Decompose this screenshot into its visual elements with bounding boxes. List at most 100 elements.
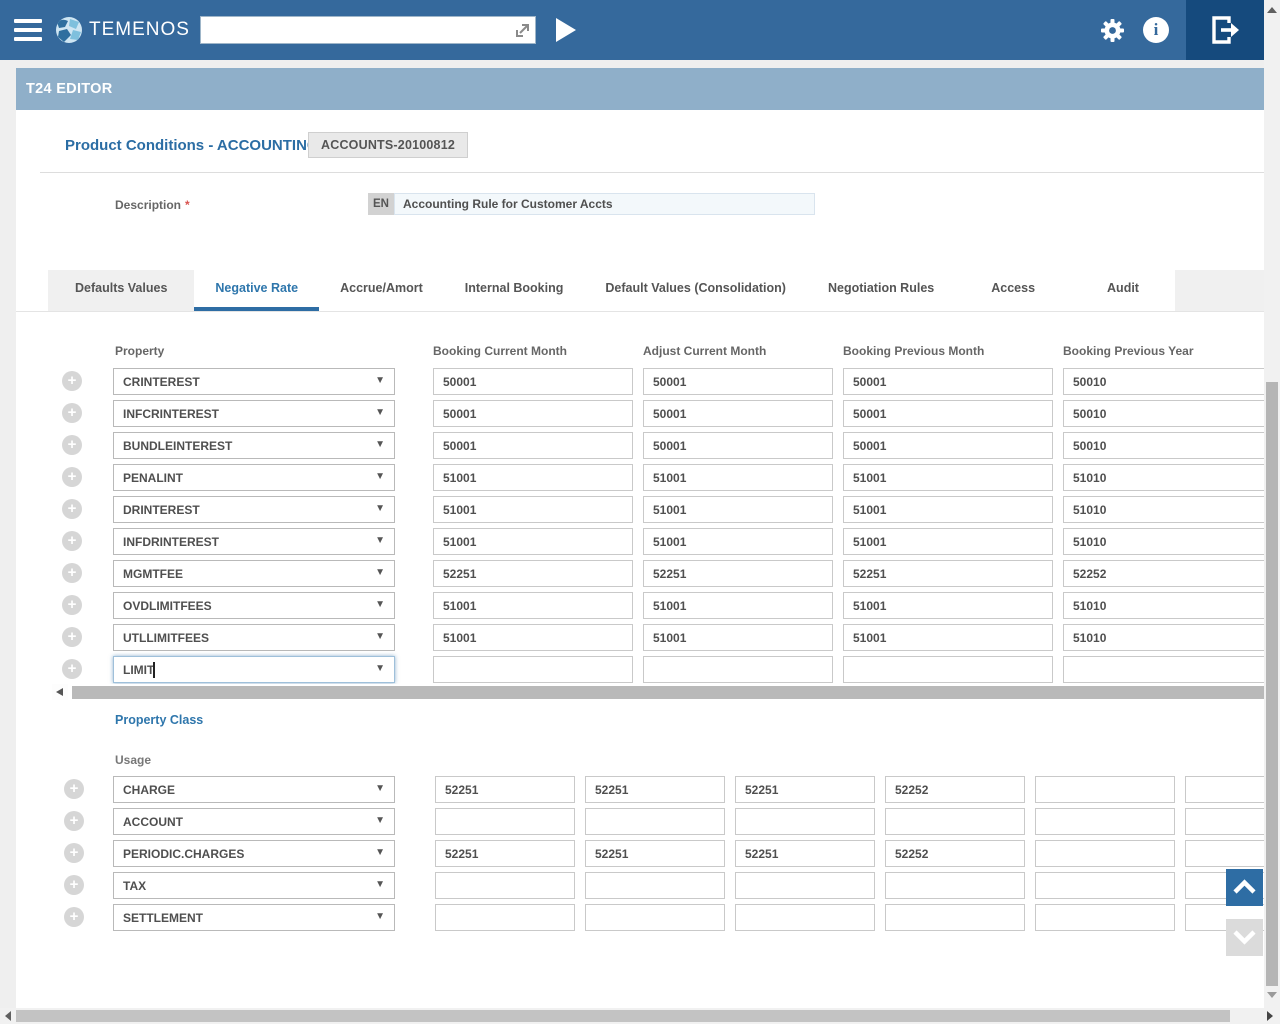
property-select[interactable]: LIMIT▼ xyxy=(113,656,395,683)
add-row-icon[interactable]: + xyxy=(64,875,84,895)
add-row-icon[interactable]: + xyxy=(64,907,84,927)
grid-cell-input[interactable] xyxy=(433,528,633,555)
command-line-input[interactable] xyxy=(205,17,505,43)
info-icon[interactable]: i xyxy=(1143,17,1169,43)
settings-gear-icon[interactable] xyxy=(1099,17,1126,44)
description-input[interactable] xyxy=(394,193,815,215)
grid-cell-input[interactable] xyxy=(1063,528,1264,555)
tab-default-values-consolidation[interactable]: Default Values (Consolidation) xyxy=(584,270,807,312)
grid-cell-input[interactable] xyxy=(1063,560,1264,587)
grid-cell-input[interactable] xyxy=(643,592,833,619)
grid-cell-input[interactable] xyxy=(1063,368,1264,395)
grid-cell-input[interactable] xyxy=(735,872,875,899)
tab-internal-booking[interactable]: Internal Booking xyxy=(444,270,585,312)
grid-cell-input[interactable] xyxy=(1185,776,1264,803)
goto-arrow-icon[interactable] xyxy=(514,22,531,39)
scroll-up-arrow-icon[interactable] xyxy=(1267,7,1277,13)
grid-cell-input[interactable] xyxy=(1063,464,1264,491)
add-row-icon[interactable]: + xyxy=(62,435,82,455)
page-horizontal-scrollbar[interactable] xyxy=(0,1008,1280,1024)
scroll-to-bottom-button[interactable] xyxy=(1226,919,1263,956)
grid-cell-input[interactable] xyxy=(885,840,1025,867)
grid-cell-input[interactable] xyxy=(435,872,575,899)
property-select[interactable]: INFCRINTEREST▼ xyxy=(113,400,395,427)
grid-cell-input[interactable] xyxy=(435,808,575,835)
run-command-button[interactable] xyxy=(556,18,576,42)
grid-cell-input[interactable] xyxy=(885,904,1025,931)
grid-cell-input[interactable] xyxy=(843,400,1053,427)
add-row-icon[interactable]: + xyxy=(62,531,82,551)
scroll-down-arrow-icon[interactable] xyxy=(1267,992,1277,998)
grid-cell-input[interactable] xyxy=(433,368,633,395)
grid-cell-input[interactable] xyxy=(585,904,725,931)
grid-cell-input[interactable] xyxy=(433,464,633,491)
grid-cell-input[interactable] xyxy=(1035,840,1175,867)
grid-cell-input[interactable] xyxy=(643,528,833,555)
usage-select[interactable]: TAX▼ xyxy=(113,872,395,899)
grid-cell-input[interactable] xyxy=(1035,776,1175,803)
grid-cell-input[interactable] xyxy=(1063,592,1264,619)
scroll-to-top-button[interactable] xyxy=(1226,869,1263,906)
vertical-scrollbar-thumb[interactable] xyxy=(1266,382,1278,986)
grid-cell-input[interactable] xyxy=(643,496,833,523)
grid-cell-input[interactable] xyxy=(1035,872,1175,899)
grid-cell-input[interactable] xyxy=(843,464,1053,491)
horizontal-scrollbar-thumb[interactable] xyxy=(16,1010,1230,1022)
grid-cell-input[interactable] xyxy=(435,776,575,803)
grid-cell-input[interactable] xyxy=(433,624,633,651)
property-select[interactable]: DRINTEREST▼ xyxy=(113,496,395,523)
grid-cell-input[interactable] xyxy=(433,560,633,587)
grid-cell-input[interactable] xyxy=(1063,400,1264,427)
add-row-icon[interactable]: + xyxy=(62,595,82,615)
grid-cell-input[interactable] xyxy=(843,560,1053,587)
grid-cell-input[interactable] xyxy=(643,464,833,491)
tab-negative-rate[interactable]: Negative Rate xyxy=(194,270,319,312)
grid-cell-input[interactable] xyxy=(433,656,633,683)
grid-cell-input[interactable] xyxy=(585,776,725,803)
add-row-icon[interactable]: + xyxy=(62,467,82,487)
grid-cell-input[interactable] xyxy=(433,592,633,619)
add-row-icon[interactable]: + xyxy=(62,563,82,583)
grid-cell-input[interactable] xyxy=(885,776,1025,803)
grid-cell-input[interactable] xyxy=(1185,840,1264,867)
grid-cell-input[interactable] xyxy=(735,904,875,931)
usage-select[interactable]: ACCOUNT▼ xyxy=(113,808,395,835)
grid-horizontal-scrollbar[interactable] xyxy=(16,684,1264,700)
grid-cell-input[interactable] xyxy=(843,368,1053,395)
property-select[interactable]: OVDLIMITFEES▼ xyxy=(113,592,395,619)
add-row-icon[interactable]: + xyxy=(62,403,82,423)
scroll-left-button[interactable] xyxy=(52,684,68,700)
add-row-icon[interactable]: + xyxy=(64,843,84,863)
tab-negotiation-rules[interactable]: Negotiation Rules xyxy=(807,270,955,312)
grid-cell-input[interactable] xyxy=(1035,904,1175,931)
usage-select[interactable]: PERIODIC.CHARGES▼ xyxy=(113,840,395,867)
tab-accrue-amort[interactable]: Accrue/Amort xyxy=(319,270,444,312)
property-select[interactable]: PENALINT▼ xyxy=(113,464,395,491)
property-select[interactable]: BUNDLEINTEREST▼ xyxy=(113,432,395,459)
grid-cell-input[interactable] xyxy=(643,432,833,459)
tab-audit[interactable]: Audit xyxy=(1071,270,1175,312)
property-select[interactable]: UTLLIMITFEES▼ xyxy=(113,624,395,651)
grid-cell-input[interactable] xyxy=(843,496,1053,523)
grid-scrollbar-thumb[interactable] xyxy=(72,686,1264,699)
menu-icon[interactable] xyxy=(14,19,42,41)
add-row-icon[interactable]: + xyxy=(62,371,82,391)
grid-cell-input[interactable] xyxy=(643,656,833,683)
grid-cell-input[interactable] xyxy=(433,432,633,459)
property-select[interactable]: CRINTEREST▼ xyxy=(113,368,395,395)
grid-cell-input[interactable] xyxy=(643,368,833,395)
tab-defaults-values[interactable]: Defaults Values xyxy=(48,270,194,312)
page-vertical-scrollbar[interactable] xyxy=(1264,0,1280,1008)
grid-cell-input[interactable] xyxy=(643,560,833,587)
grid-cell-input[interactable] xyxy=(735,776,875,803)
grid-cell-input[interactable] xyxy=(643,624,833,651)
grid-cell-input[interactable] xyxy=(843,592,1053,619)
grid-cell-input[interactable] xyxy=(1063,432,1264,459)
grid-cell-input[interactable] xyxy=(433,400,633,427)
grid-cell-input[interactable] xyxy=(435,840,575,867)
add-row-icon[interactable]: + xyxy=(62,627,82,647)
property-select[interactable]: MGMTFEE▼ xyxy=(113,560,395,587)
grid-cell-input[interactable] xyxy=(435,904,575,931)
grid-cell-input[interactable] xyxy=(885,808,1025,835)
add-row-icon[interactable]: + xyxy=(64,811,84,831)
